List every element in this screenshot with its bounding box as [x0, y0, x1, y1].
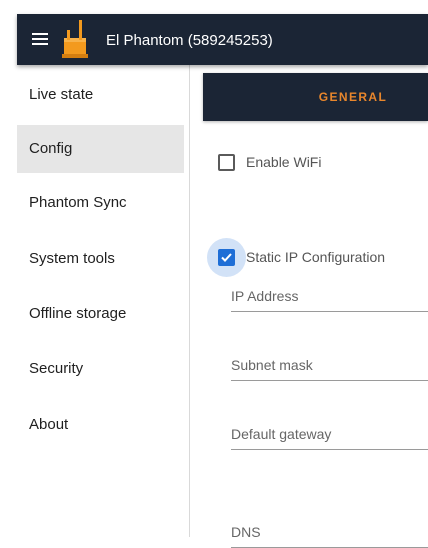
static-ip-row: Static IP Configuration: [207, 237, 386, 277]
enable-wifi-row: Enable WiFi: [218, 150, 321, 174]
dns-input[interactable]: [231, 508, 428, 546]
enable-wifi-label: Enable WiFi: [246, 154, 322, 170]
checkmark-icon: [221, 252, 232, 262]
static-ip-label: Static IP Configuration: [246, 249, 386, 265]
static-ip-checkbox[interactable]: [207, 237, 246, 277]
default-gateway-input[interactable]: [231, 410, 428, 448]
config-panel: GENERAL Enable WiFi Static IP Configurat…: [190, 65, 428, 548]
sidebar-item-config[interactable]: Config: [17, 125, 184, 173]
sidebar-item-about[interactable]: About: [17, 401, 184, 449]
enable-wifi-checkbox[interactable]: [218, 153, 235, 171]
sidebar-item-offline-storage[interactable]: Offline storage: [17, 290, 184, 338]
ip-address-input[interactable]: [231, 272, 428, 310]
sidebar-nav: Live state Config Phantom Sync System to…: [17, 65, 190, 537]
tab-general[interactable]: GENERAL: [298, 73, 408, 121]
sidebar-item-phantom-sync[interactable]: Phantom Sync: [17, 179, 184, 227]
subnet-mask-field: [231, 341, 428, 381]
sidebar-item-live-state[interactable]: Live state: [17, 71, 184, 119]
default-gateway-field: [231, 410, 428, 450]
sidebar-item-system-tools[interactable]: System tools: [17, 235, 184, 283]
app-header: El Phantom (589245253): [17, 14, 428, 65]
device-title: El Phantom (589245253): [106, 32, 273, 49]
sidebar-item-security[interactable]: Security: [17, 345, 184, 393]
app-window: El Phantom (589245253) Live state Config…: [0, 0, 428, 548]
ip-address-field: [231, 272, 428, 312]
subnet-mask-input[interactable]: [231, 341, 428, 379]
dns-field: [231, 508, 428, 548]
config-tab-bar: GENERAL: [203, 73, 428, 121]
hamburger-menu-icon[interactable]: [32, 33, 48, 45]
phantom-device-logo-icon: [62, 20, 88, 58]
